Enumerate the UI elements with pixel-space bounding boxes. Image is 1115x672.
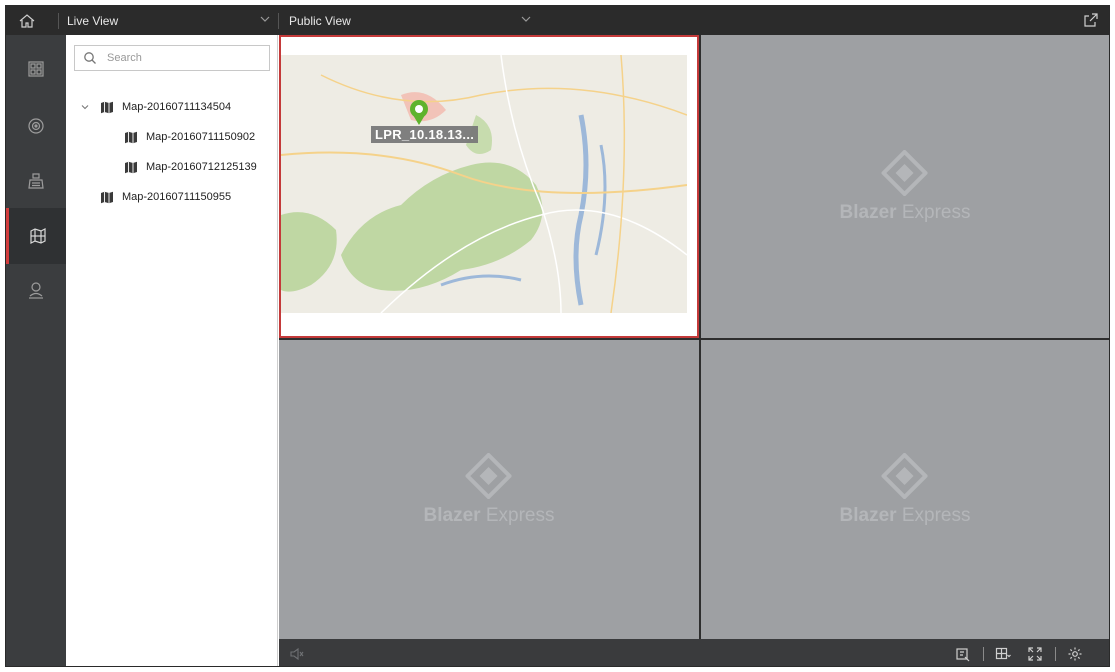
divider	[58, 13, 59, 29]
chevron-down-icon[interactable]	[258, 12, 272, 26]
map-icon	[29, 228, 46, 244]
brand-logo: Blazer Express	[839, 452, 971, 527]
chevron-down-icon[interactable]	[519, 12, 533, 26]
divider	[983, 647, 984, 661]
window-division-icon[interactable]	[955, 646, 971, 662]
search-box[interactable]	[74, 45, 270, 71]
brand-logo-icon	[881, 149, 928, 196]
layout-grid-icon[interactable]	[995, 646, 1011, 662]
pos-icon	[28, 173, 44, 189]
map-icon	[101, 191, 113, 203]
brand-name-bold: Blazer	[839, 504, 897, 526]
divider	[278, 13, 279, 29]
tree-node[interactable]: Map-20160711134504	[80, 98, 231, 116]
brand-name-light: Express	[896, 201, 971, 223]
search-icon	[84, 52, 96, 64]
app-window: Live View Public View Search Map-2016071…	[5, 5, 1110, 667]
view-pane-empty[interactable]: Blazer Express	[701, 35, 1109, 338]
brand-logo: Blazer Express	[839, 149, 971, 224]
divider	[1055, 647, 1056, 661]
tree-node-label: Map-20160711134504	[122, 101, 232, 113]
brand-name-bold: Blazer	[423, 504, 481, 526]
rail-item-person[interactable]	[6, 262, 66, 318]
bottom-toolbar	[279, 639, 1109, 666]
brand-name-light: Express	[480, 504, 555, 526]
camera-label[interactable]: LPR_10.18.13...	[371, 126, 479, 143]
camera-icon	[28, 118, 44, 134]
tree-node-label: Map-20160711150955	[122, 191, 232, 203]
view-title[interactable]: Public View	[289, 14, 351, 28]
side-rail	[6, 35, 66, 666]
tree-node-label: Map-20160711150902	[146, 131, 256, 143]
view-grid: LPR_10.18.13... Blazer Express Blazer Ex…	[279, 35, 1109, 639]
brand-logo: Blazer Express	[423, 452, 555, 527]
map-icon	[101, 101, 113, 113]
gear-icon[interactable]	[1067, 646, 1083, 662]
rail-item-pos[interactable]	[6, 153, 66, 209]
chevron-down-icon[interactable]	[80, 102, 90, 112]
search-input[interactable]	[105, 51, 259, 65]
map-icon	[125, 161, 137, 173]
map-image[interactable]	[281, 55, 687, 313]
rail-item-layout[interactable]	[6, 41, 66, 97]
fullscreen-icon[interactable]	[1027, 646, 1043, 662]
rail-item-camera[interactable]	[6, 98, 66, 154]
tree-node[interactable]: Map-20160712125139	[124, 158, 257, 176]
brand-name-bold: Blazer	[839, 201, 897, 223]
brand-name-light: Express	[896, 504, 971, 526]
tree-node-label: Map-20160712125139	[146, 161, 257, 173]
layout-icon	[28, 61, 44, 77]
rail-item-map[interactable]	[6, 208, 66, 264]
module-title[interactable]: Live View	[67, 14, 118, 28]
view-pane-map[interactable]: LPR_10.18.13...	[279, 35, 699, 338]
home-icon[interactable]	[18, 12, 36, 30]
top-bar: Live View Public View	[6, 6, 1109, 35]
person-icon	[29, 282, 43, 299]
brand-logo-icon	[881, 452, 928, 499]
map-icon	[125, 131, 137, 143]
brand-logo-icon	[465, 452, 512, 499]
tree-node[interactable]: Map-20160711150902	[124, 128, 255, 146]
volume-mute-icon[interactable]	[289, 647, 305, 661]
popout-icon[interactable]	[1083, 12, 1099, 28]
view-pane-empty[interactable]: Blazer Express	[279, 340, 699, 639]
view-pane-empty[interactable]: Blazer Express	[701, 340, 1109, 639]
tree-node[interactable]: Map-20160711150955	[100, 188, 231, 206]
map-tree-panel: Map-20160711134504 Map-20160711150902 Ma…	[66, 35, 278, 666]
